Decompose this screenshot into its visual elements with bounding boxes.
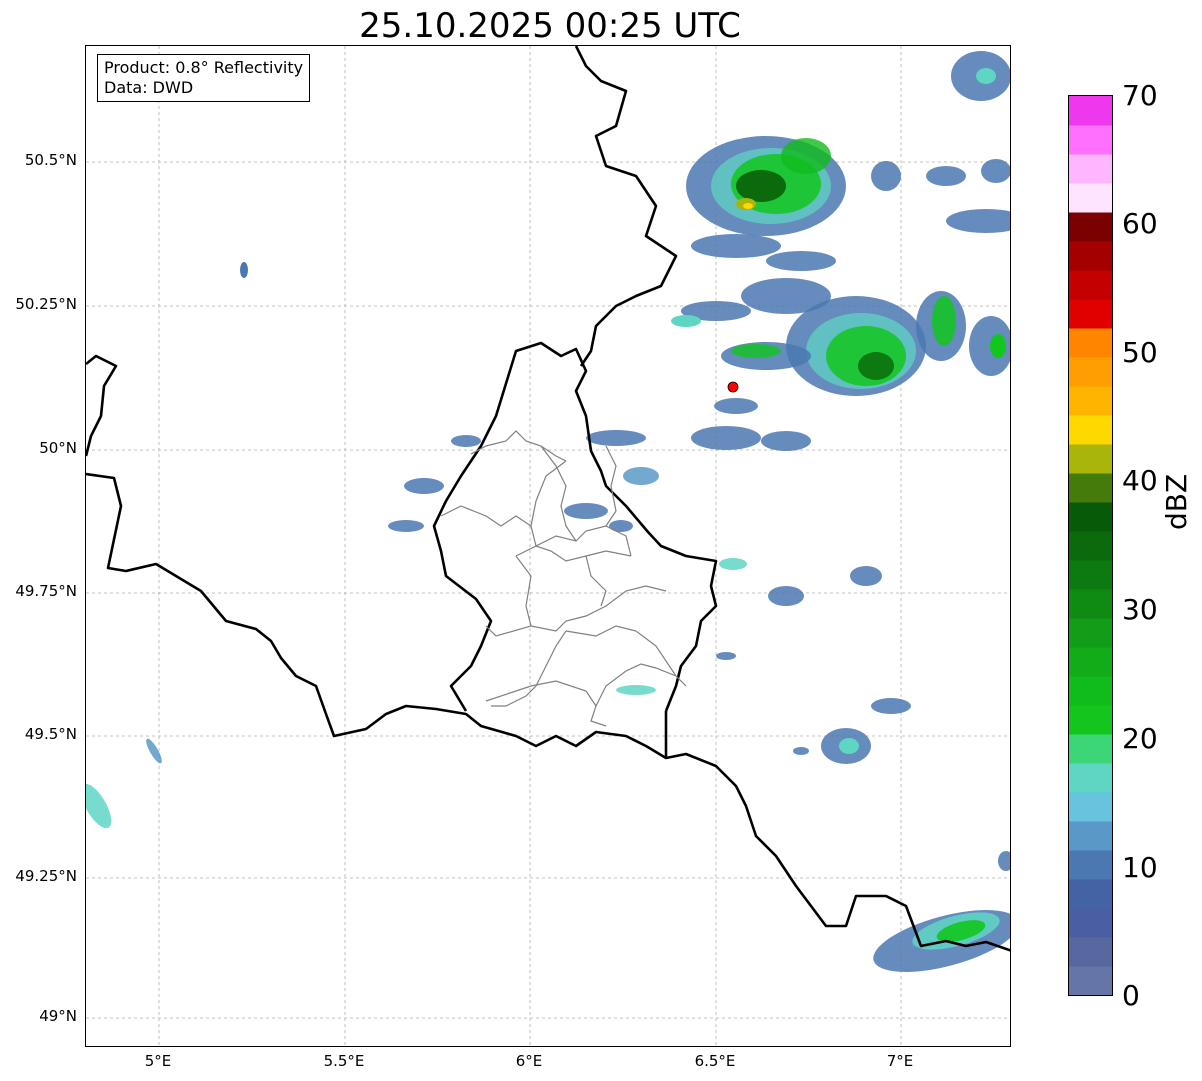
colorbar-swatch [1069, 879, 1112, 909]
echo-cell [871, 161, 901, 191]
colorbar-tick: 0 [1122, 979, 1140, 1012]
colorbar-tick: 20 [1122, 722, 1158, 755]
echo-cell [240, 262, 248, 278]
colorbar-swatch [1069, 850, 1112, 880]
echo-cell [768, 586, 804, 606]
colorbar-tick: 70 [1122, 79, 1158, 112]
colorbar-swatch [1069, 966, 1112, 996]
echo-cell [716, 652, 736, 660]
echo-cell [146, 738, 162, 764]
y-tick-label: 49°N [39, 1007, 77, 1025]
y-tick-label: 49.75°N [15, 582, 77, 600]
colorbar-tick: 40 [1122, 464, 1158, 497]
echo-cell [761, 431, 811, 451]
echo-cell [743, 203, 753, 209]
y-tick-label: 49.5°N [24, 725, 77, 743]
y-tick-label: 50°N [39, 439, 77, 457]
colorbar-swatch [1069, 415, 1112, 445]
colorbar-swatch [1069, 618, 1112, 648]
colorbar-tick: 30 [1122, 593, 1158, 626]
colorbar-swatches [1069, 96, 1112, 996]
colorbar-tick: 10 [1122, 851, 1158, 884]
echo-cell [623, 467, 659, 485]
colorbar-swatch [1069, 154, 1112, 184]
echo-cell [731, 344, 781, 358]
colorbar [1068, 95, 1113, 996]
echo-cell [850, 566, 882, 586]
colorbar-swatch [1069, 937, 1112, 967]
echo-cell [404, 478, 444, 494]
echo-cell [932, 296, 956, 346]
colorbar-swatch [1069, 560, 1112, 590]
echo-cell [981, 159, 1010, 183]
radar-site-marker [727, 381, 739, 393]
echo-cell [871, 698, 911, 714]
y-tick-label: 50.25°N [15, 295, 77, 313]
echo-cell [388, 520, 424, 532]
echo-cell [946, 209, 1010, 233]
x-tick-label: 7°E [886, 1052, 914, 1070]
colorbar-swatch [1069, 357, 1112, 387]
colorbar-swatch [1069, 444, 1112, 474]
x-tick-label: 5.5°E [323, 1052, 365, 1070]
echo-cell [586, 430, 646, 446]
colorbar-swatch [1069, 299, 1112, 329]
colorbar-swatch [1069, 96, 1112, 126]
colorbar-swatch [1069, 589, 1112, 619]
product-label: Product: 0.8° Reflectivity [104, 58, 304, 77]
colorbar-swatch [1069, 676, 1112, 706]
product-info-box: Product: 0.8° Reflectivity Data: DWD [97, 54, 311, 102]
echo-cell [781, 138, 831, 174]
colorbar-swatch [1069, 792, 1112, 822]
map-canvas [86, 46, 1010, 1046]
echo-cell [609, 520, 633, 532]
colorbar-tick: 50 [1122, 336, 1158, 369]
echo-cell [839, 738, 859, 754]
echo-cell [719, 558, 747, 570]
echo-cell [926, 166, 966, 186]
echo-cell [691, 426, 761, 450]
echo-cell [766, 251, 836, 271]
colorbar-swatch [1069, 270, 1112, 300]
colorbar-swatch [1069, 647, 1112, 677]
x-tick-label: 6°E [515, 1052, 543, 1070]
echo-cell [858, 352, 894, 380]
colorbar-swatch [1069, 705, 1112, 735]
colorbar-swatch [1069, 734, 1112, 764]
colorbar-tick: 60 [1122, 207, 1158, 240]
echo-cell [736, 170, 786, 202]
echo-cell [714, 398, 758, 414]
colorbar-swatch [1069, 473, 1112, 503]
colorbar-swatch [1069, 821, 1112, 851]
y-tick-label: 49.25°N [15, 867, 77, 885]
colorbar-swatch [1069, 908, 1112, 938]
colorbar-swatch [1069, 328, 1112, 358]
echo-cell [998, 851, 1010, 871]
echo-cell [671, 315, 701, 327]
data-source-label: Data: DWD [104, 78, 194, 97]
x-tick-label: 5°E [144, 1052, 172, 1070]
colorbar-swatch [1069, 763, 1112, 793]
echo-cell [990, 334, 1006, 358]
echo-cell [451, 435, 481, 447]
colorbar-swatch [1069, 212, 1112, 242]
colorbar-swatch [1069, 183, 1112, 213]
colorbar-swatch [1069, 386, 1112, 416]
reflectivity-echoes [86, 51, 1010, 972]
echo-cell [86, 783, 112, 829]
echo-cell [616, 685, 656, 695]
echo-cell [691, 234, 781, 258]
echo-cell [976, 68, 996, 84]
colorbar-swatch [1069, 531, 1112, 561]
colorbar-swatch [1069, 125, 1112, 155]
map-title: 25.10.2025 00:25 UTC [359, 6, 741, 46]
radar-map[interactable] [85, 45, 1011, 1047]
echo-cell [564, 503, 608, 519]
echo-cell [793, 747, 809, 755]
colorbar-swatch [1069, 241, 1112, 271]
x-tick-label: 6.5°E [694, 1052, 736, 1070]
y-tick-label: 50.5°N [24, 151, 77, 169]
colorbar-label: dBZ [1160, 473, 1193, 530]
colorbar-swatch [1069, 502, 1112, 532]
